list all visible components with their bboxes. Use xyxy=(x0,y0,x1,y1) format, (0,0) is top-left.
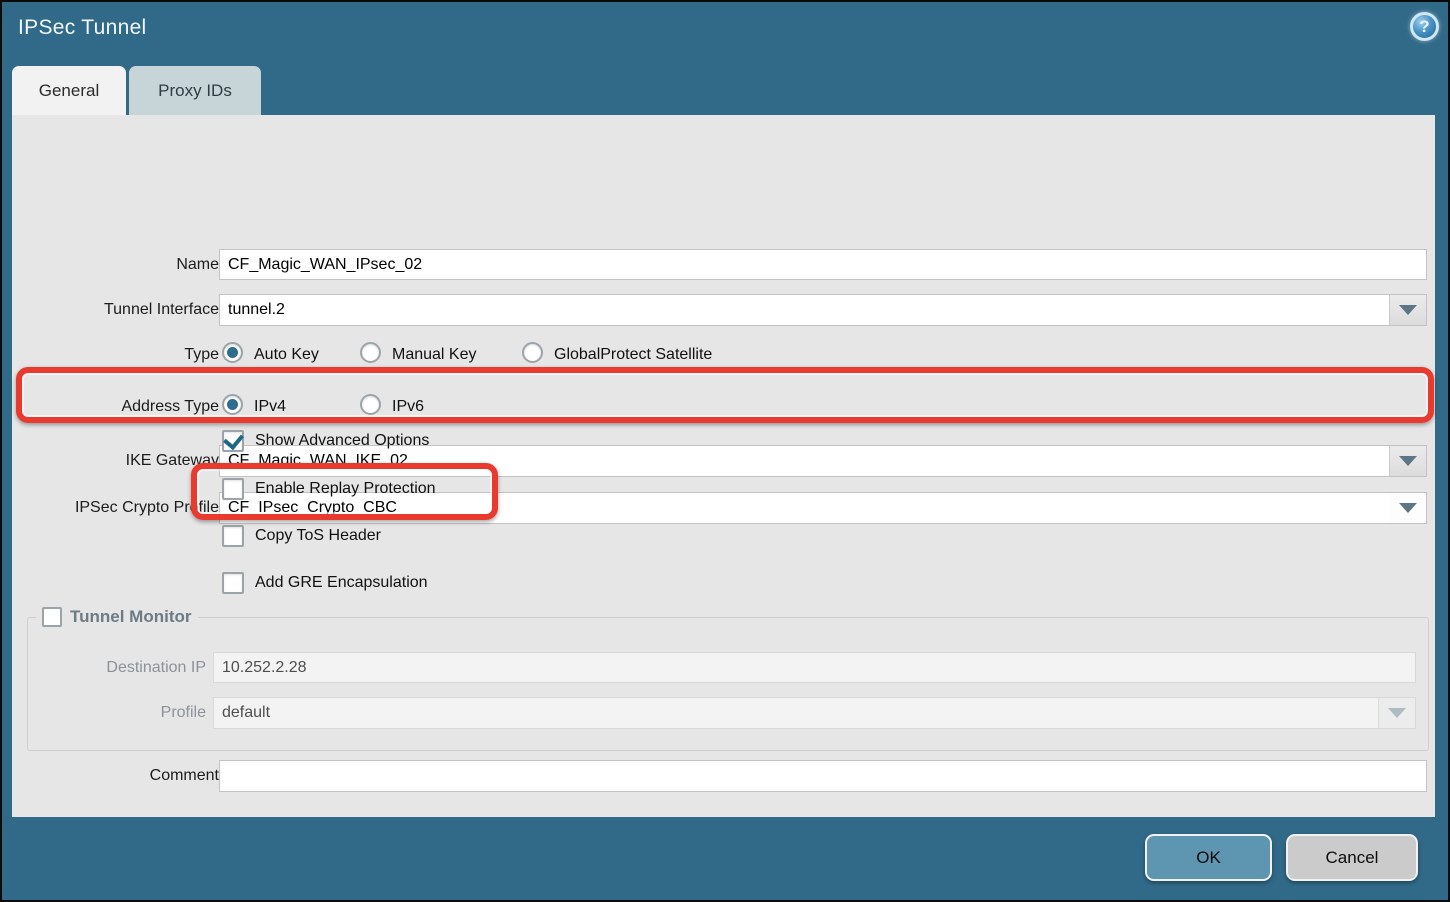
name-input[interactable] xyxy=(219,249,1427,280)
chevron-down-icon xyxy=(1399,503,1417,513)
type-label: Type xyxy=(32,346,219,364)
comment-input[interactable] xyxy=(219,760,1427,792)
type-radio-auto-key-label: Auto Key xyxy=(254,346,319,364)
ike-gateway-dropdown-button[interactable] xyxy=(1389,446,1426,476)
profile-input[interactable] xyxy=(214,698,1378,728)
address-type-radio-ipv4-label: IPv4 xyxy=(254,398,286,416)
tunnel-monitor-checkbox[interactable] xyxy=(42,607,62,627)
destination-ip-label: Destination IP xyxy=(38,659,206,677)
ipsec-crypto-profile-label: IPSec Crypto Profile xyxy=(32,499,219,517)
help-icon[interactable]: ? xyxy=(1410,12,1439,41)
destination-ip-input[interactable] xyxy=(213,652,1416,683)
tunnel-monitor-group: Tunnel Monitor Destination IP Profile xyxy=(27,607,1429,751)
copy-tos-header-checkbox[interactable] xyxy=(222,525,244,547)
type-radio-manual-key-label: Manual Key xyxy=(392,346,477,364)
tunnel-interface-label: Tunnel Interface xyxy=(32,301,219,319)
comment-label: Comment xyxy=(32,767,219,785)
add-gre-encapsulation-checkbox[interactable] xyxy=(222,572,244,594)
enable-replay-protection-checkbox[interactable] xyxy=(222,478,244,500)
type-radio-auto-key[interactable] xyxy=(222,342,243,363)
general-tab-panel: Name Tunnel Interface Type Auto Key Manu… xyxy=(12,115,1435,817)
ike-gateway-label: IKE Gateway xyxy=(32,452,219,470)
ipsec-crypto-profile-dropdown-button[interactable] xyxy=(1389,493,1426,523)
name-label: Name xyxy=(32,256,219,274)
copy-tos-header-label: Copy ToS Header xyxy=(255,527,381,545)
profile-dropdown-button[interactable] xyxy=(1378,698,1415,728)
tab-proxy-ids[interactable]: Proxy IDs xyxy=(129,66,261,115)
type-radio-globalprotect-satellite[interactable] xyxy=(522,342,543,363)
tunnel-interface-dropdown-button[interactable] xyxy=(1389,295,1426,325)
show-advanced-options-checkbox[interactable] xyxy=(222,430,244,452)
chevron-down-icon xyxy=(1399,456,1417,466)
cancel-button[interactable]: Cancel xyxy=(1286,834,1418,881)
tunnel-monitor-label: Tunnel Monitor xyxy=(70,607,192,627)
address-type-label: Address Type xyxy=(32,398,219,416)
ok-button[interactable]: OK xyxy=(1145,834,1272,881)
profile-label: Profile xyxy=(38,704,206,722)
show-advanced-options-label: Show Advanced Options xyxy=(255,432,429,450)
tunnel-interface-combo xyxy=(219,294,1427,326)
chevron-down-icon xyxy=(1399,305,1417,315)
tunnel-interface-input[interactable] xyxy=(220,295,1389,325)
address-type-radio-ipv4[interactable] xyxy=(222,394,243,415)
dialog-title: IPSec Tunnel xyxy=(18,16,147,40)
chevron-down-icon xyxy=(1388,708,1406,718)
add-gre-encapsulation-label: Add GRE Encapsulation xyxy=(255,574,428,592)
type-radio-manual-key[interactable] xyxy=(360,342,381,363)
tab-general[interactable]: General xyxy=(12,66,126,115)
ike-gateway-input[interactable] xyxy=(220,446,1389,476)
enable-replay-protection-label: Enable Replay Protection xyxy=(255,480,436,498)
address-type-radio-ipv6[interactable] xyxy=(360,394,381,415)
profile-combo xyxy=(213,697,1416,729)
type-radio-globalprotect-satellite-label: GlobalProtect Satellite xyxy=(554,346,712,364)
address-type-radio-ipv6-label: IPv6 xyxy=(392,398,424,416)
ipsec-tunnel-dialog: IPSec Tunnel ? General Proxy IDs Name Tu… xyxy=(0,0,1450,902)
